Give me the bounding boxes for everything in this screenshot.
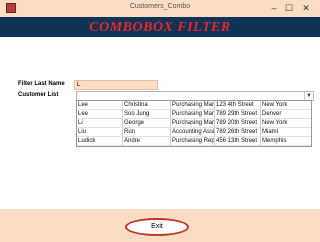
list-item[interactable]: Liu Run Accounting Assi 789 26th Street … — [77, 128, 311, 137]
cell-first-name: Christina — [123, 101, 171, 110]
list-item[interactable]: Li George Purchasing Man 789 20th Street… — [77, 119, 311, 128]
cell-city: New York — [261, 119, 311, 128]
cell-address: 123 4th Street — [215, 101, 261, 110]
minimize-button[interactable]: – — [268, 3, 280, 14]
list-item[interactable]: Lee Soo Jung Purchasing Man 789 29th Str… — [77, 110, 311, 119]
cell-address: 789 20th Street — [215, 119, 261, 128]
cell-job-title: Purchasing Man — [171, 101, 215, 110]
cell-city: Miami — [261, 128, 311, 137]
cell-job-title: Purchasing Repi — [171, 137, 215, 146]
cell-address: 456 13th Street — [215, 137, 261, 146]
close-button[interactable]: ✕ — [300, 3, 312, 14]
customer-list-label: Customer List — [18, 92, 59, 98]
form-title: COMBOBOX FILTER — [89, 20, 231, 35]
exit-button[interactable]: Exit — [125, 218, 189, 236]
list-item[interactable]: Lee Christina Purchasing Man 123 4th Str… — [77, 101, 311, 110]
cell-first-name: George — [123, 119, 171, 128]
cell-job-title: Purchasing Man — [171, 110, 215, 119]
window-titlebar: Customers_Combo – ☐ ✕ — [0, 0, 320, 18]
maximize-button[interactable]: ☐ — [283, 3, 295, 14]
cell-address: 789 26th Street — [215, 128, 261, 137]
cell-first-name: Andre — [123, 137, 171, 146]
cell-first-name: Soo Jung — [123, 110, 171, 119]
cell-last-name: Lee — [77, 101, 123, 110]
cell-first-name: Run — [123, 128, 171, 137]
cell-last-name: Lee — [77, 110, 123, 119]
cell-city: Denver — [261, 110, 311, 119]
cell-city: Memphis — [261, 137, 311, 146]
cell-last-name: Liu — [77, 128, 123, 137]
cell-last-name: Li — [77, 119, 123, 128]
chevron-down-icon[interactable]: ▼ — [304, 92, 313, 100]
form-header: COMBOBOX FILTER — [0, 17, 320, 37]
filter-last-name-label: Filter Last Name — [18, 81, 65, 87]
list-item[interactable]: Ludick Andre Purchasing Repi 456 13th St… — [77, 137, 311, 146]
cell-job-title: Purchasing Man — [171, 119, 215, 128]
cell-city: New York — [261, 101, 311, 110]
cell-last-name: Ludick — [77, 137, 123, 146]
cell-address: 789 29th Street — [215, 110, 261, 119]
filter-last-name-input[interactable]: L — [74, 80, 158, 90]
cell-job-title: Accounting Assi — [171, 128, 215, 137]
customer-list-dropdown[interactable]: Lee Christina Purchasing Man 123 4th Str… — [76, 100, 312, 147]
